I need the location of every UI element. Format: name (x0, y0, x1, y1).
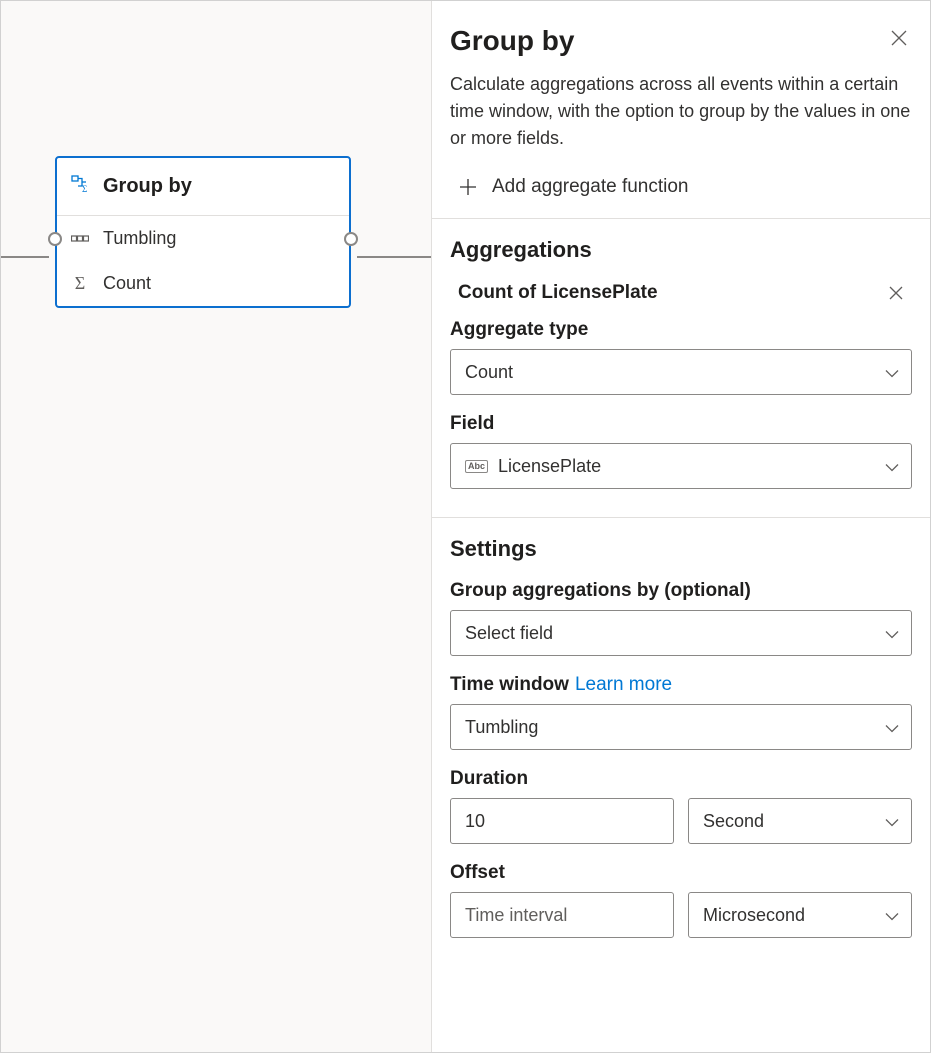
group-by-value: Select field (465, 623, 553, 644)
offset-input[interactable]: Time interval (450, 892, 674, 938)
group-by-label: Group aggregations by (optional) (450, 580, 912, 602)
node-title: Group by (103, 175, 192, 198)
aggregate-type-label: Aggregate type (450, 319, 912, 341)
field-label: Field (450, 413, 912, 435)
close-icon (890, 29, 908, 47)
offset-label: Offset (450, 862, 912, 884)
chevron-down-icon (885, 717, 899, 738)
group-by-icon: Σ (71, 174, 91, 199)
duration-label: Duration (450, 768, 912, 790)
duration-unit-select[interactable]: Second (688, 798, 912, 844)
chevron-down-icon (885, 905, 899, 926)
panel-description: Calculate aggregations across all events… (450, 71, 912, 152)
chevron-down-icon (885, 811, 899, 832)
node-row-label: Tumbling (103, 228, 176, 249)
node-row-tumbling[interactable]: Tumbling (57, 216, 349, 261)
settings-title: Settings (450, 536, 912, 562)
add-aggregate-label: Add aggregate function (492, 176, 689, 198)
chevron-down-icon (885, 623, 899, 644)
offset-unit-select[interactable]: Microsecond (688, 892, 912, 938)
offset-unit-value: Microsecond (703, 905, 805, 926)
field-select[interactable]: Abc LicensePlate (450, 443, 912, 489)
port-in[interactable] (48, 232, 62, 246)
properties-panel: Group by Calculate aggregations across a… (431, 1, 930, 1052)
field-value: LicensePlate (498, 456, 601, 477)
duration-input[interactable]: 10 (450, 798, 674, 844)
aggregate-type-select[interactable]: Count (450, 349, 912, 395)
chevron-down-icon (885, 362, 899, 383)
port-out[interactable] (344, 232, 358, 246)
aggregation-name: Count of LicensePlate (458, 282, 658, 304)
learn-more-link[interactable]: Learn more (575, 674, 672, 696)
duration-value: 10 (465, 811, 485, 832)
node-row-label: Count (103, 273, 151, 294)
canvas-area[interactable]: Σ Group by Tumbling Σ Count (1, 1, 431, 1052)
aggregations-title: Aggregations (450, 237, 912, 263)
node-row-count[interactable]: Σ Count (57, 261, 349, 306)
node-group-by[interactable]: Σ Group by Tumbling Σ Count (55, 156, 351, 308)
offset-placeholder: Time interval (465, 905, 567, 926)
close-panel-button[interactable] (886, 25, 912, 51)
svg-text:Σ: Σ (82, 184, 87, 194)
aggregate-type-value: Count (465, 362, 513, 383)
time-window-label: Time window (450, 674, 569, 696)
sigma-icon: Σ (71, 273, 89, 294)
remove-aggregation-button[interactable] (884, 281, 908, 305)
close-icon (888, 285, 904, 301)
group-by-select[interactable]: Select field (450, 610, 912, 656)
plus-icon (458, 177, 478, 197)
tumbling-icon (71, 234, 89, 244)
edge-in (1, 256, 49, 258)
add-aggregate-button[interactable]: Add aggregate function (450, 168, 912, 218)
node-header: Σ Group by (57, 158, 349, 216)
chevron-down-icon (885, 456, 899, 477)
duration-unit-value: Second (703, 811, 764, 832)
time-window-value: Tumbling (465, 717, 538, 738)
edge-out (357, 256, 431, 258)
time-window-select[interactable]: Tumbling (450, 704, 912, 750)
panel-title: Group by (450, 25, 574, 57)
abc-type-icon: Abc (465, 460, 488, 473)
